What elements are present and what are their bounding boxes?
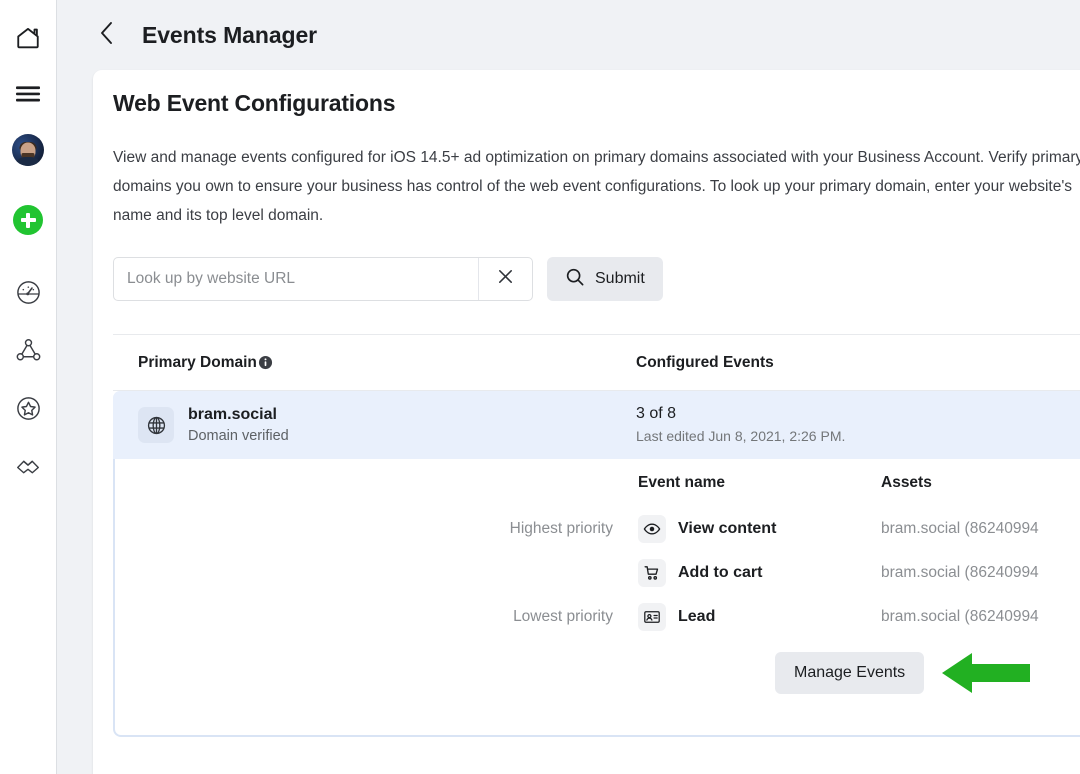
event-priority-label: Lowest priority <box>115 608 638 626</box>
domain-cell: bram.social Domain verified <box>113 405 636 446</box>
event-asset: bram.social (86240994 <box>881 520 1080 538</box>
sidebar-item-favorites[interactable] <box>0 380 56 436</box>
cart-icon <box>638 559 666 587</box>
left-nav-rail <box>0 0 57 774</box>
domains-table: Primary Domain Configured Events <box>113 334 1080 737</box>
back-button[interactable] <box>93 21 121 49</box>
domain-text-block: bram.social Domain verified <box>188 405 289 446</box>
search-field[interactable] <box>113 257 533 301</box>
page-title: Events Manager <box>142 22 317 49</box>
network-icon <box>15 337 42 363</box>
gauge-icon <box>15 279 42 306</box>
events-last-edited: Last edited Jun 8, 2021, 2:26 PM. <box>636 426 1080 446</box>
sidebar-item-connections[interactable] <box>0 322 56 378</box>
handshake-icon <box>14 454 42 478</box>
table-header-row: Primary Domain Configured Events <box>113 334 1080 391</box>
event-name-subheader-label: Event name <box>638 474 725 492</box>
home-icon <box>15 25 41 51</box>
contact-card-icon <box>638 603 666 631</box>
submit-button[interactable]: Submit <box>547 257 663 301</box>
event-row[interactable]: Add to cart bram.social (86240994 <box>115 551 1080 595</box>
lookup-row: Submit <box>113 257 1080 301</box>
event-name-cell: View content <box>638 515 881 543</box>
page-header: Events Manager <box>57 0 1080 70</box>
submit-button-label: Submit <box>595 270 645 288</box>
menu-icon <box>15 84 41 104</box>
event-priority-label: Highest priority <box>115 520 638 538</box>
star-circle-icon <box>15 395 42 422</box>
create-icon[interactable] <box>13 205 43 235</box>
domain-name: bram.social <box>188 405 289 425</box>
avatar-body <box>15 157 41 166</box>
column-header-primary-domain-label: Primary Domain <box>138 354 257 372</box>
sidebar-item-dashboard[interactable] <box>0 264 56 320</box>
chevron-left-icon <box>98 20 116 51</box>
event-name: View content <box>678 520 776 538</box>
events-count: 3 of 8 <box>636 404 1080 424</box>
event-row[interactable]: Lowest priority Lead bram.social <box>115 595 1080 639</box>
column-header-configured-events: Configured Events <box>636 354 1080 372</box>
configured-events-cell: 3 of 8 Last edited Jun 8, 2021, 2:26 PM. <box>636 404 1080 446</box>
events-subheader-row: Event name Assets <box>115 459 1080 507</box>
event-name-cell: Add to cart <box>638 559 881 587</box>
manage-events-row: Manage Events <box>115 651 1080 695</box>
column-header-configured-events-label: Configured Events <box>636 354 774 372</box>
sidebar-item-profile[interactable] <box>0 122 56 178</box>
search-icon <box>565 267 585 292</box>
left-arrow-annotation <box>942 651 1030 695</box>
clear-button[interactable] <box>478 258 532 300</box>
globe-icon <box>138 407 174 443</box>
column-header-primary-domain: Primary Domain <box>113 354 636 372</box>
sidebar-item-home[interactable] <box>0 10 56 66</box>
search-input[interactable] <box>114 258 478 300</box>
domain-status: Domain verified <box>188 426 289 446</box>
sidebar-item-menu[interactable] <box>0 66 56 122</box>
assets-subheader: Assets <box>881 474 1080 492</box>
assets-subheader-label: Assets <box>881 474 932 491</box>
close-icon <box>496 267 515 291</box>
card-heading: Web Event Configurations <box>113 70 1080 117</box>
expanded-events-panel: Event name Assets Highest priority <box>113 459 1080 737</box>
event-asset: bram.social (86240994 <box>881 608 1080 626</box>
content-card: Web Event Configurations View and manage… <box>93 70 1080 774</box>
sidebar-item-create[interactable] <box>0 192 56 248</box>
event-name: Lead <box>678 608 715 626</box>
eye-icon <box>638 515 666 543</box>
sidebar-item-partnerships[interactable] <box>0 438 56 494</box>
event-asset: bram.social (86240994 <box>881 564 1080 582</box>
event-row[interactable]: Highest priority View content bram.socia… <box>115 507 1080 551</box>
event-name-subheader: Event name <box>638 474 881 492</box>
event-name-cell: Lead <box>638 603 881 631</box>
event-name: Add to cart <box>678 564 762 582</box>
manage-events-button[interactable]: Manage Events <box>775 652 924 694</box>
intro-paragraph: View and manage events configured for iO… <box>113 143 1080 230</box>
main-region: Events Manager Web Event Configurations … <box>57 0 1080 774</box>
avatar[interactable] <box>12 134 44 166</box>
table-row[interactable]: bram.social Domain verified 3 of 8 Last … <box>113 391 1080 459</box>
info-icon[interactable] <box>258 355 273 370</box>
